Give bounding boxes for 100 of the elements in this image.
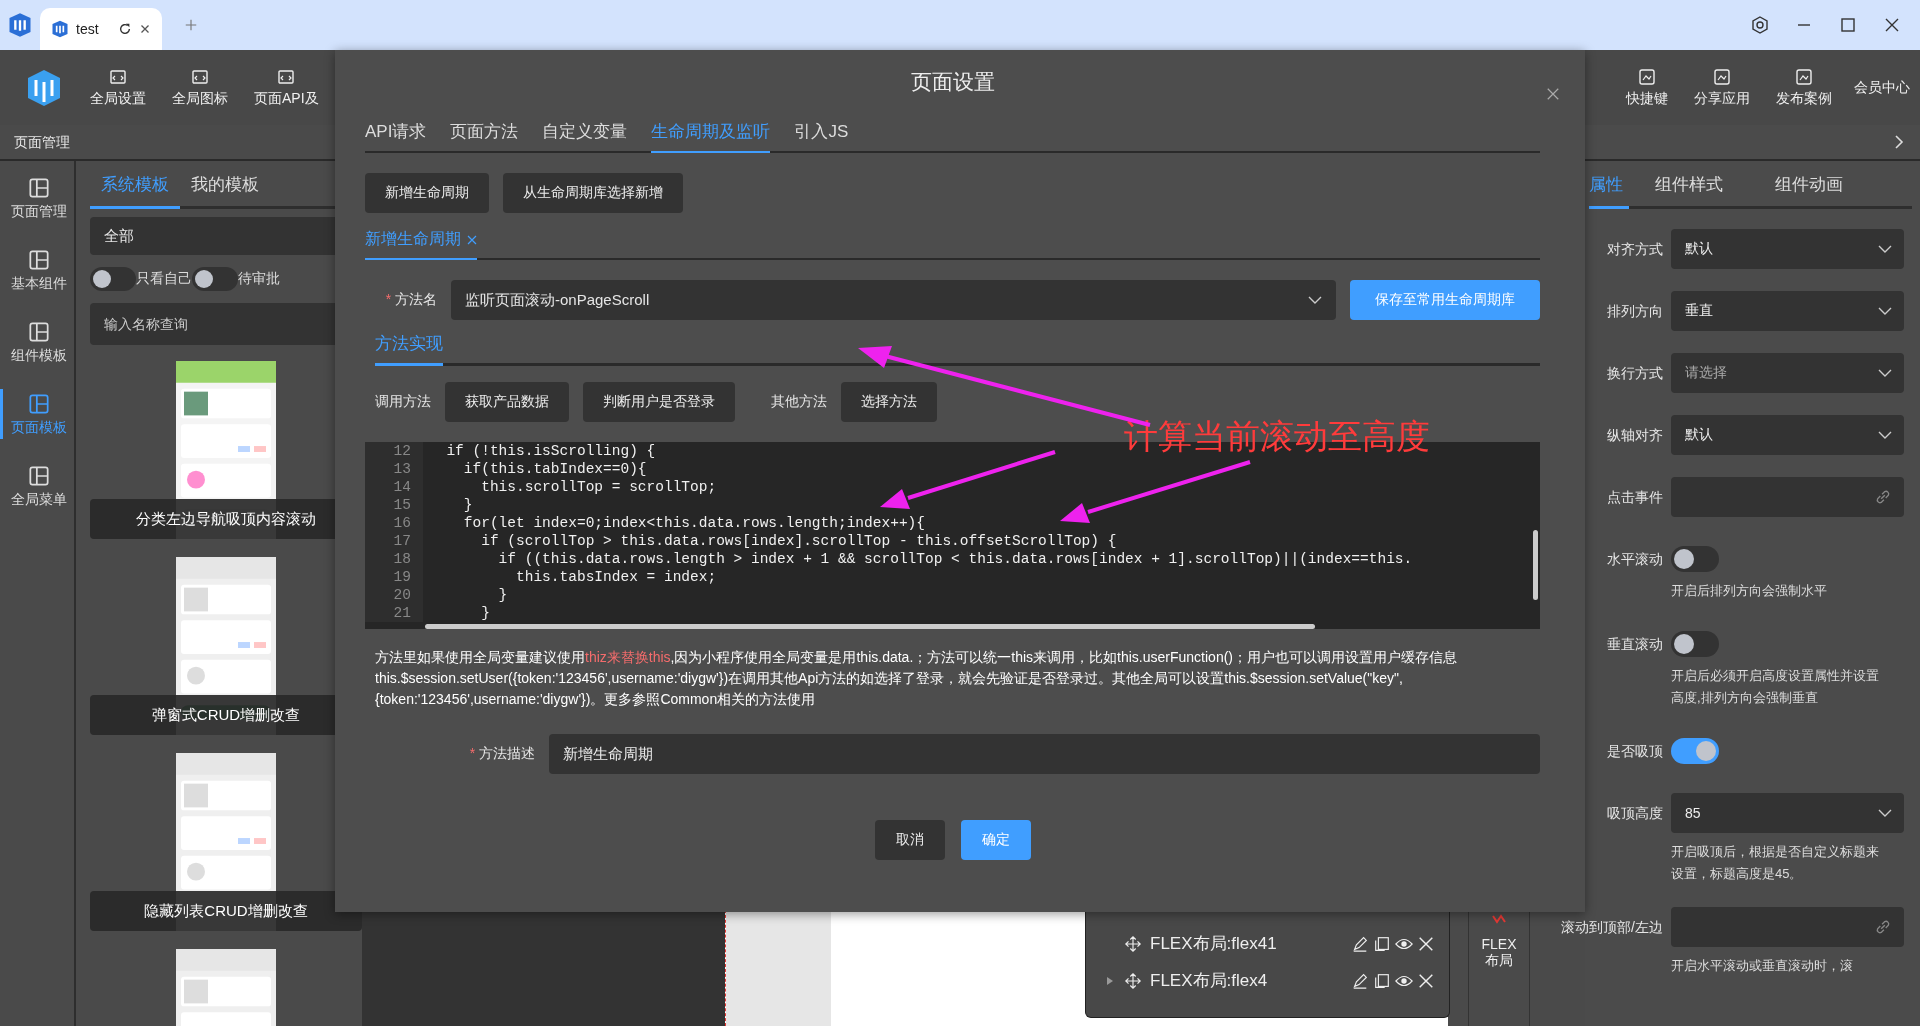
field-label: 其他方法 <box>771 393 827 411</box>
method-button[interactable]: 获取产品数据 <box>445 382 569 422</box>
delete-icon[interactable] <box>1417 971 1435 990</box>
event-field[interactable] <box>1671 907 1904 947</box>
select-field[interactable]: 默认 <box>1671 415 1904 455</box>
toolbar-button[interactable]: 快捷键 <box>1616 63 1678 112</box>
settings-icon[interactable] <box>1750 15 1770 35</box>
delete-icon[interactable] <box>1417 934 1435 953</box>
code-line: if (scrollTop > this.data.rows[index].scrollTop - this.offsetScrollTop) { <box>480 532 1117 550</box>
code-line: } <box>480 604 490 622</box>
toggle-switch[interactable] <box>192 267 238 291</box>
scrollbar[interactable] <box>1533 530 1538 600</box>
toolbar-button[interactable]: 发布案例 <box>1766 63 1842 112</box>
action-button[interactable]: 从生命周期库选择新增 <box>503 173 683 213</box>
toggle-switch[interactable] <box>1671 738 1719 764</box>
event-field[interactable] <box>1671 477 1904 517</box>
line-number: 19 <box>365 568 423 586</box>
panel-tab[interactable]: 组件动画 <box>1749 161 1869 206</box>
layer-name[interactable]: FLEX布局:flex41 <box>1150 932 1347 955</box>
scrollbar[interactable] <box>425 624 1315 629</box>
field-hint: 开启吸顶后，根据是否自定义标题来设置，标题高度是45。 <box>1671 843 1880 883</box>
dialog-tab[interactable]: 引入JS <box>794 112 849 151</box>
sidebar-item[interactable]: 页面管理 <box>0 173 74 223</box>
browser-tab[interactable]: test <box>40 8 162 50</box>
line-number: 21 <box>365 604 423 622</box>
member-center-link[interactable]: 会员中心 <box>1854 78 1910 97</box>
field-label: * 方法描述 <box>468 745 535 763</box>
field-label: * 方法名 <box>384 291 437 309</box>
copy-icon[interactable] <box>1373 971 1391 990</box>
move-icon[interactable] <box>1124 971 1142 990</box>
reload-icon[interactable] <box>118 22 132 36</box>
field-hint: 开启后排列方向会强制水平 <box>1671 582 1828 600</box>
annotation-text: 计算当前滚动至高度 <box>1124 416 1430 457</box>
toolbar-button[interactable]: 分享应用 <box>1684 63 1760 112</box>
toolbar-button[interactable]: 全局图标 <box>162 63 238 112</box>
help-text: 方法里如果使用全局变量建议使用thiz来替换this,因为小程序使用全局变量是用this.data.；方法可以统一this来调用，比如this.userFunction()；用户也可以调用设置用户缓存信息this.$session.setUser({token:'123456',username:'diygw'})在调用其他Api方法的如选择了登录，就会先验证是否登录过。其他全局可以设置this.$session.setValue("key",{token:'123456',username:'diygw'})。更多参照Common相关的方法使用 <box>375 648 1458 709</box>
field-label: 滚动到顶部/左边 <box>1560 918 1664 937</box>
maximize-icon[interactable] <box>1838 15 1858 35</box>
chevron-down-icon <box>1878 307 1892 315</box>
line-number: 14 <box>365 478 423 496</box>
field-label: 水平滚动 <box>1606 550 1664 569</box>
line-number: 16 <box>365 514 423 532</box>
choose-method-button[interactable]: 选择方法 <box>841 382 937 422</box>
toggle-switch[interactable] <box>90 267 136 291</box>
edit-icon[interactable] <box>1351 971 1369 990</box>
move-icon[interactable] <box>1124 934 1142 953</box>
chevron-down-icon <box>1308 296 1322 304</box>
select-field[interactable]: 85 <box>1671 793 1904 833</box>
field-label: 换行方式 <box>1606 364 1664 383</box>
select-field[interactable]: 垂直 <box>1671 291 1904 331</box>
field-label: 吸顶高度 <box>1606 804 1664 823</box>
line-number: 12 <box>365 442 423 460</box>
description-field[interactable]: 新增生命周期 <box>549 734 1540 774</box>
field-label: 排列方向 <box>1606 302 1664 321</box>
chevron-right-icon[interactable] <box>1894 134 1904 150</box>
dialog-tab[interactable]: 页面方法 <box>450 112 519 151</box>
image-icon <box>1712 67 1732 87</box>
sidebar-item[interactable]: 组件模板 <box>0 317 74 367</box>
line-number: 15 <box>365 496 423 514</box>
code-line: } <box>497 586 508 604</box>
caret-icon[interactable] <box>1106 975 1114 986</box>
template-caption[interactable]: 隐藏列表CRUD增删改查 <box>90 891 362 931</box>
dialog-tab[interactable]: 自定义变量 <box>542 112 628 151</box>
code-icon <box>276 67 297 87</box>
method-select[interactable]: 监听页面滚动-onPageScroll <box>451 280 1336 320</box>
copy-icon[interactable] <box>1373 934 1391 953</box>
select-field[interactable]: 请选择 <box>1671 353 1904 393</box>
line-number: 20 <box>365 586 423 604</box>
method-button[interactable]: 判断用户是否登录 <box>583 382 735 422</box>
code-line: for(let index=0;index<this.data.rows.length;index++){ <box>462 514 925 532</box>
edit-icon[interactable] <box>1351 934 1369 953</box>
toolbar-item[interactable]: FLEX布局 <box>1479 936 1519 970</box>
toggle-label: 待审批 <box>238 270 280 288</box>
line-number: 17 <box>365 532 423 550</box>
template-tab[interactable]: 我的模板 <box>180 161 270 206</box>
field-label: 纵轴对齐 <box>1606 426 1664 445</box>
dialog-tab[interactable]: API请求 <box>365 112 427 151</box>
toggle-switch[interactable] <box>1671 546 1719 572</box>
dialog-button[interactable]: 取消 <box>874 820 945 860</box>
field-label: 点击事件 <box>1606 488 1664 507</box>
code-line: this.tabsIndex = index; <box>515 568 717 586</box>
code-line: if(this.tabIndex==0){ <box>462 460 647 478</box>
code-icon <box>190 67 210 87</box>
image-icon <box>1794 67 1814 87</box>
layer-name[interactable]: FLEX布局:flex4 <box>1150 969 1347 992</box>
code-line: if (!this.isScrolling) { <box>445 442 656 460</box>
field-label: 垂直滚动 <box>1606 635 1664 654</box>
sidebar-item[interactable]: 基本组件 <box>0 245 74 295</box>
line-number: 18 <box>365 550 423 568</box>
select-field[interactable]: 默认 <box>1671 229 1904 269</box>
sidebar-item[interactable]: 全局菜单 <box>0 461 74 511</box>
panel-tab[interactable]: 组件样式 <box>1629 161 1749 206</box>
action-button[interactable]: 新增生命周期 <box>365 173 489 213</box>
toolbar-button[interactable]: 全局设置 <box>80 63 156 112</box>
chevron-down-icon <box>1878 809 1892 817</box>
toolbar-button[interactable]: 页面API及 <box>244 63 329 112</box>
toggle-switch[interactable] <box>1671 631 1719 657</box>
chevron-down-icon <box>1878 369 1892 377</box>
toggle-label: 只看自己 <box>136 270 192 288</box>
link-icon <box>1874 918 1892 936</box>
